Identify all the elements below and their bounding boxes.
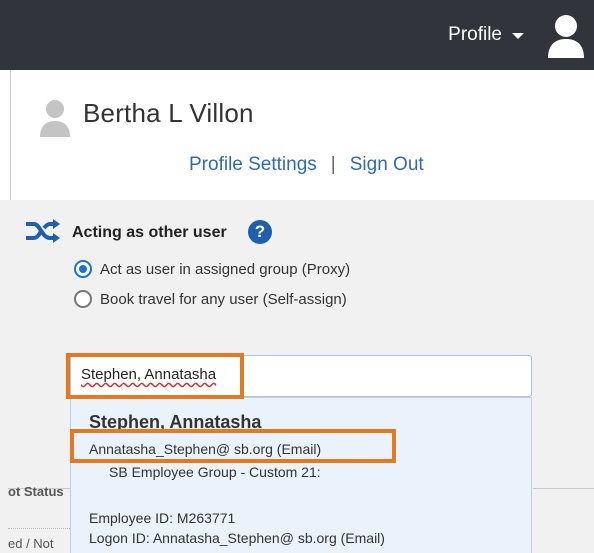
user-avatar-icon[interactable] [546,12,586,60]
radio-proxy-control[interactable] [74,260,92,278]
radio-self-assign[interactable]: Book travel for any user (Self-assign) [74,290,347,308]
background-row-divider [8,528,70,529]
radio-self-assign-control[interactable] [74,290,92,308]
result-employee-id: Employee ID: M263771 [89,510,236,526]
profile-dropdown-panel: Bertha L Villon Profile Settings | Sign … [10,70,594,200]
link-separator: | [330,154,336,175]
chevron-down-icon [512,33,524,39]
profile-links: Profile Settings | Sign Out [189,154,424,176]
user-avatar-icon [40,100,70,137]
user-search-results: Stephen, Annatasha Annatasha_Stephen@ sb… [70,397,532,553]
help-icon[interactable]: ? [248,220,272,244]
top-nav-bar: Profile [0,0,594,70]
background-divider [533,488,594,489]
profile-menu-button[interactable]: Profile [448,24,524,46]
background-column-header: ot Status [8,484,64,499]
highlight-result-email [70,429,396,463]
shuffle-icon [26,219,60,243]
radio-proxy-label: Act as user in assigned group (Proxy) [100,260,351,278]
profile-settings-link[interactable]: Profile Settings [189,154,317,176]
result-logon-id: Logon ID: Annatasha_Stephen@ sb.org (Ema… [89,530,385,546]
profile-menu-label: Profile [448,24,502,45]
sign-out-link[interactable]: Sign Out [350,154,424,176]
radio-proxy[interactable]: Act as user in assigned group (Proxy) [74,260,350,278]
user-name: Bertha L Villon [83,98,254,128]
highlight-search-value [66,353,244,399]
acting-title: Acting as other user [72,224,227,241]
background-row-text: ed / Not [8,536,54,551]
acting-as-other-user-section: Acting as other user ? Act as user in as… [0,200,594,553]
radio-self-assign-label: Book travel for any user (Self-assign) [100,290,347,308]
result-user-group: SB Employee Group - Custom 21: [109,464,321,480]
